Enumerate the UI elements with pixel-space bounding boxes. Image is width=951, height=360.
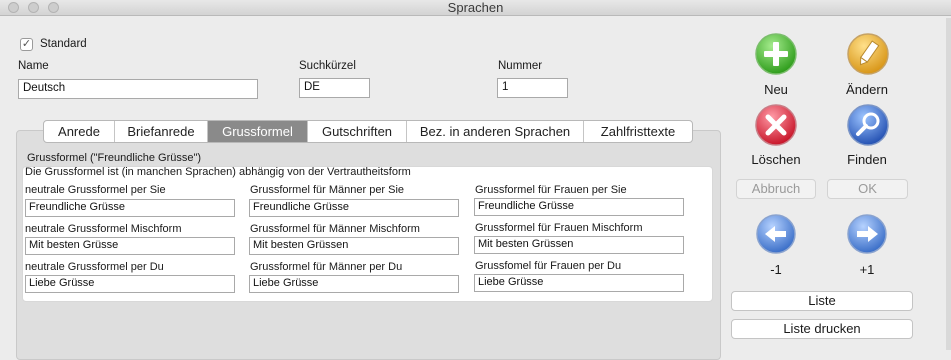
close-icon	[755, 104, 797, 146]
search-icon	[847, 104, 889, 146]
tab-zahlfristtexte[interactable]: Zahlfristtexte	[584, 121, 692, 142]
neutral-du-field[interactable]: Liebe Grüsse	[25, 275, 235, 293]
previous-label: -1	[770, 262, 782, 277]
standard-label: Standard	[40, 38, 87, 50]
edit-label: Ändern	[846, 82, 888, 97]
plus-icon	[755, 33, 797, 75]
men-mixed-field[interactable]: Mit besten Grüssen	[249, 237, 459, 255]
tab-gutschriften[interactable]: Gutschriften	[308, 121, 407, 142]
field-label: Grussformel für Frauen Mischform	[475, 222, 643, 234]
list-button[interactable]: Liste	[731, 291, 913, 311]
number-field[interactable]: 1	[497, 78, 568, 98]
checkmark-icon: ✓	[21, 38, 32, 50]
cancel-button[interactable]: Abbruch	[736, 179, 816, 199]
tab-briefanrede[interactable]: Briefanrede	[115, 121, 208, 142]
panel-title: Grussformel ("Freundliche Grüsse")	[27, 152, 202, 164]
field-label: Grussformel für Männer per Sie	[250, 184, 405, 196]
tab-anrede[interactable]: Anrede	[44, 121, 115, 142]
window-title: Sprachen	[447, 0, 504, 15]
ok-button[interactable]: OK	[827, 179, 908, 199]
men-du-field[interactable]: Liebe Grüsse	[249, 275, 459, 293]
find-label: Finden	[847, 152, 887, 167]
tab-grussformel[interactable]: Grussformel	[208, 121, 308, 142]
short-code-field[interactable]: DE	[299, 78, 370, 98]
tab-bar: Anrede Briefanrede Grussformel Gutschrif…	[43, 120, 693, 143]
next-label: +1	[859, 262, 875, 277]
men-sie-field[interactable]: Freundliche Grüsse	[249, 199, 459, 217]
arrow-left-icon	[756, 214, 796, 254]
field-label: Grussformel für Frauen per Sie	[475, 184, 627, 196]
field-label: neutrale Grussformel per Sie	[25, 184, 166, 196]
women-du-field[interactable]: Liebe Grüsse	[474, 274, 684, 292]
next-record-button[interactable]	[846, 213, 888, 258]
short-code-label: Suchkürzel	[299, 60, 356, 72]
neutral-sie-field[interactable]: Freundliche Grüsse	[25, 199, 235, 217]
field-label: Grussformel für Männer per Du	[250, 261, 403, 273]
new-label: Neu	[764, 82, 788, 97]
delete-label: Löschen	[751, 152, 801, 167]
edit-button[interactable]	[846, 32, 890, 79]
pencil-icon	[847, 33, 889, 75]
arrow-right-icon	[847, 214, 887, 254]
field-label: neutrale Grussformel per Du	[25, 261, 164, 273]
field-label: Grussfomel für Frauen per Du	[475, 260, 622, 272]
women-sie-field[interactable]: Freundliche Grüsse	[474, 198, 684, 216]
neutral-mixed-field[interactable]: Mit besten Grüsse	[25, 237, 235, 255]
print-list-button[interactable]: Liste drucken	[731, 319, 913, 339]
find-button[interactable]	[846, 103, 890, 150]
scrollbar[interactable]	[946, 18, 951, 350]
standard-checkbox[interactable]: ✓	[20, 38, 33, 51]
number-label: Nummer	[498, 60, 543, 72]
delete-button[interactable]	[754, 103, 798, 150]
new-button[interactable]	[754, 32, 798, 79]
women-mixed-field[interactable]: Mit besten Grüssen	[474, 236, 684, 254]
name-label: Name	[18, 60, 49, 72]
previous-record-button[interactable]	[755, 213, 797, 258]
tab-bez-in-anderen-sprachen[interactable]: Bez. in anderen Sprachen	[407, 121, 584, 142]
panel-note: Die Grussformel ist (in manchen Sprachen…	[25, 166, 411, 178]
name-field[interactable]: Deutsch	[18, 79, 258, 99]
field-label: neutrale Grussformel Mischform	[25, 223, 182, 235]
field-label: Grussformel für Männer Mischform	[250, 223, 420, 235]
